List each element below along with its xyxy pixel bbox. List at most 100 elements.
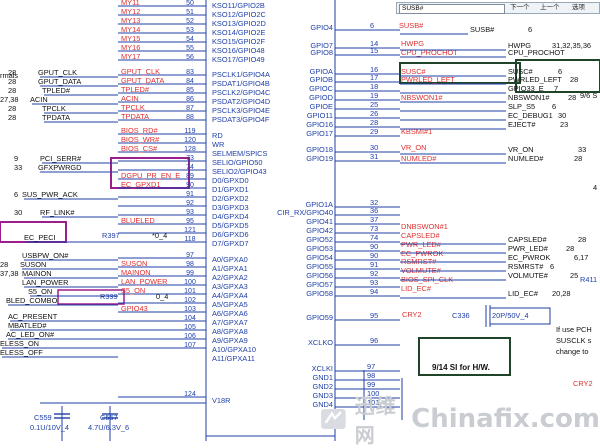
chip-left-pin-label: A4/GPXA4 [212,291,248,300]
right-net-label: SUSB# [470,25,495,34]
chip-right-pin-label: GPIO18 [306,145,333,154]
chip-left-pin-label: KSO13/GPIO2D [212,19,266,28]
left-pin-number: 121 [184,227,196,234]
right-net-red-label: CRY2 [402,310,422,319]
right-pin-number: 73 [370,224,378,233]
far-left-net-label: PCI_SERR# [40,154,82,163]
far-left-net-ref: 27,38 [0,95,19,104]
chip-right-pin-label: XCLKO [308,338,333,347]
find-next-button[interactable]: 下一个 [507,3,533,13]
right-net-label: PWR_LED# [508,244,549,253]
find-toolbar: SUSB# 下一个 上一个 选项 [396,2,600,14]
chip-right-pin-label: XCLKI [312,364,333,373]
chip-right-pin-label: GPIO42 [306,226,333,235]
chip-left-pin-label: SELMEM/SPICS [212,149,268,158]
left-pin-number: 86 [186,96,194,103]
note-box-text: 9/14 SI for H/W. [432,363,490,372]
chip-left-pin-label: SELIO2/GPIO43 [212,167,267,176]
left-pin-net-label: MY14 [121,25,140,34]
left-pin-number: 103 [184,306,196,313]
far-left-net-ref: 28 [8,113,16,122]
far-left-net-label: SUS_PWR_ACK [22,190,78,199]
chip-left-pin-label: A6/GPXA6 [212,309,248,318]
find-options-button[interactable]: 选项 [569,3,588,13]
left-pin-net-label: BIOS_WR# [121,135,160,144]
left-pin-number: 128 [184,146,196,153]
right-pin-number: 15 [370,46,378,55]
right-net-red-label: DNBSWON#1 [401,222,448,231]
chinafix-logo-icon [321,408,346,429]
far-left-net-label: LAN_POWER [22,278,68,287]
left-pin-number: 87 [186,105,194,112]
chip-right-pin-label: GPIOC [309,84,333,93]
right-pin-number: 28 [370,118,378,127]
far-left-net-label: AC_PRESENT [8,312,58,321]
r397-value: *0_4 [152,231,167,240]
right-net-ref: 6 [528,25,532,34]
left-pin-number: 124 [184,391,196,398]
chip-left-pin-label: D0/GPXD0 [212,176,249,185]
c557-label: C557 [100,413,118,422]
note-line: change to [556,347,588,356]
right-pin-number: 94 [370,287,378,296]
far-left-net-label: USBPW_ON# [22,251,69,260]
chip-right-pin-label: GND2 [312,382,333,391]
note-box: 9/14 SI for H/W. [418,337,511,376]
find-prev-button[interactable]: 上一个 [537,3,563,13]
left-pin-number: 90 [186,182,194,189]
right-net-label: EJECT# [508,120,536,129]
right-net-ref: 25 [570,271,578,280]
far-left-net-label: MBATLED# [8,321,47,330]
left-pin-net-label: BIOS_CS# [121,144,158,153]
right-net-ref: 6,17 [574,253,588,262]
far-left-net-ref: 28 [0,260,8,269]
chip-right-pin-label: GPIO16 [306,120,333,129]
r399-label: R399 [100,292,118,301]
note-line: SUSCLK s [556,336,592,345]
chip-left-pin-label: D6/GPXD6 [212,230,249,239]
right-pin-number: 95 [370,311,378,320]
chip-left-pin-label: A7/GPXA7 [212,318,248,327]
left-pin-number: 119 [184,128,195,135]
left-pin-number: 88 [186,114,194,121]
right-pin-number: 6 [370,21,374,30]
right-pin-number: 90 [370,242,378,251]
right-net-label: CPU_PROCHOT [508,48,565,57]
chip-right-pin-label: CIR_RX/GPIO40 [277,208,333,217]
far-left-net-label: BLED_COMBO [6,296,58,305]
find-input[interactable]: SUSB# [399,4,505,14]
chip-right-pin-label: GPIOB [310,75,333,84]
left-pin-number: 83 [186,69,194,76]
right-pin-number: 31 [370,152,378,161]
right-pin-number: 30 [370,143,378,152]
right-net-red-label: CPU_PROCHOT [401,48,458,57]
r411-label: R411 [580,275,597,284]
far-left-net-ref: 30 [14,208,22,217]
chip-right-pin-label: GPIO56 [306,271,333,280]
chip-left-pin-label: WR [212,140,224,149]
left-pin-net-label: BIOS_RD# [121,126,158,135]
watermark: 迅维网 Chinafix.com [318,394,600,447]
left-pin-net-label: MY17 [121,52,140,61]
watermark-cn: 迅维网 [354,393,397,447]
left-pin-number: 95 [186,218,194,225]
right-net-ref: 23 [560,120,568,129]
right-pin-number: 25 [370,100,378,109]
c336-label: C336 [452,311,470,320]
left-pin-number: 93 [186,209,194,216]
far-left-net-label: TPLED# [42,86,71,95]
side-label: 9/6 S [580,91,597,100]
rmals-label: rmals [0,71,18,80]
right-pin-number: 19 [370,91,378,100]
left-pin-number: 99 [186,270,194,277]
right-pin-number: 36 [370,206,378,215]
c557-value: 4.7U/6.3V_6 [88,423,129,432]
left-pin-net-label: TPCLK [121,103,145,112]
right-pin-number: 74 [370,233,378,242]
left-pin-net-label: MY11 [121,0,140,7]
watermark-en: Chinafix.com [411,403,600,434]
chip-left-pin-label: D5/GPXD5 [212,221,249,230]
chip-left-pin-label: KSO16/GPIO48 [212,46,265,55]
right-net-red-label: SUSB# [399,21,424,30]
right-net-ref: 28 [566,244,574,253]
